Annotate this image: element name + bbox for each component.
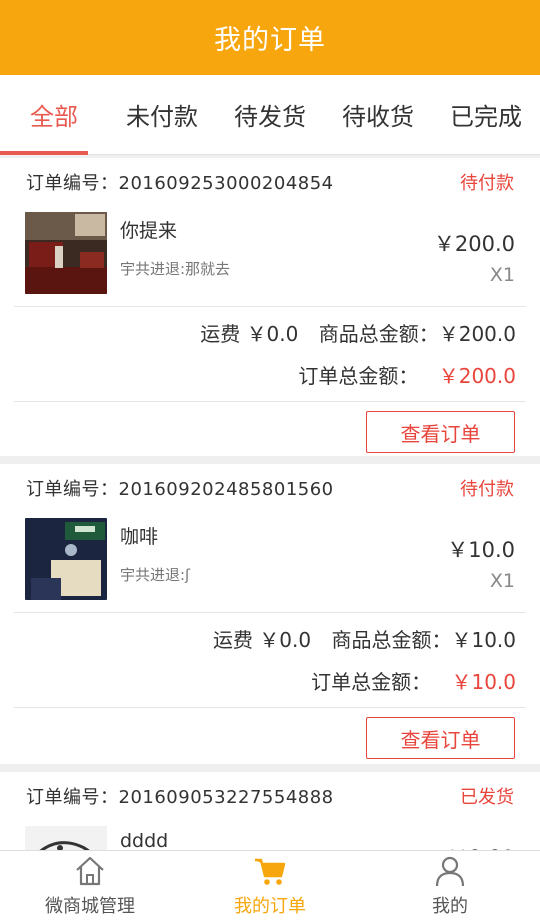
order-item[interactable]: dddd ￥0.01 xyxy=(0,820,540,850)
goods-total-label: 商品总金额： xyxy=(331,628,452,652)
order-card: 订单编号：201609253000204854 待付款 你提来 宇共进退:那就去… xyxy=(0,158,540,456)
tabbar-item-me[interactable]: 我的 xyxy=(360,851,540,922)
tabbar-item-shop-admin[interactable]: 微商城管理 xyxy=(0,851,180,922)
shipping-label: 运费 xyxy=(212,628,253,652)
product-quantity: X1 xyxy=(489,570,515,592)
order-number-label: 订单编号： xyxy=(26,173,119,194)
view-order-button[interactable]: 查看订单 xyxy=(366,411,515,453)
product-thumbnail xyxy=(25,826,107,850)
tabbar-label: 我的 xyxy=(432,896,468,917)
product-spec: 宇共进退:ʃ xyxy=(120,566,191,584)
tab-unpaid[interactable]: 未付款 xyxy=(108,75,216,154)
product-thumbnail xyxy=(25,212,107,294)
order-status: 待付款 xyxy=(460,173,514,194)
goods-total-value: ￥10.0 xyxy=(451,628,516,652)
total-line: 订单总金额： ￥10.0 xyxy=(0,665,516,707)
product-quantity: X1 xyxy=(489,264,515,286)
product-thumbnail xyxy=(25,518,107,600)
view-order-button[interactable]: 查看订单 xyxy=(366,717,515,759)
total-line: 订单总金额： ￥200.0 xyxy=(0,359,516,401)
product-name: dddd xyxy=(120,830,169,850)
order-header: 订单编号：201609202485801560 待付款 xyxy=(0,464,540,512)
order-number-value: 201609053227554888 xyxy=(118,787,334,808)
order-total-label: 订单总金额： xyxy=(298,364,419,388)
summary-line: 运费 ￥0.0 商品总金额：￥10.0 xyxy=(0,623,516,665)
shipping-value: ￥0.0 xyxy=(246,322,299,346)
goods-total-label: 商品总金额： xyxy=(318,322,439,346)
order-number-value: 201609253000204854 xyxy=(118,173,334,194)
order-summary: 运费 ￥0.0 商品总金额：￥10.0 订单总金额： ￥10.0 xyxy=(0,613,540,707)
order-status: 待付款 xyxy=(460,479,514,500)
order-number: 订单编号：201609253000204854 xyxy=(26,169,334,195)
tab-completed[interactable]: 已完成 xyxy=(432,75,540,154)
user-icon xyxy=(435,856,465,887)
product-price: ￥10.0 xyxy=(447,538,515,562)
order-number: 订单编号：201609053227554888 xyxy=(26,783,334,809)
order-header: 订单编号：201609253000204854 待付款 xyxy=(0,158,540,206)
product-price: ￥0.01 xyxy=(447,842,515,850)
shipping-value: ￥0.0 xyxy=(259,628,312,652)
order-total-value: ￥200.0 xyxy=(438,364,516,388)
order-header: 订单编号：201609053227554888 已发货 xyxy=(0,772,540,820)
tabbar-item-my-orders[interactable]: 我的订单 xyxy=(180,851,360,922)
product-name: 你提来 xyxy=(120,220,178,242)
page-title: 我的订单 xyxy=(214,25,326,56)
product-spec: 宇共进退:那就去 xyxy=(120,260,231,278)
order-filter-tabs: 全部 未付款 待发货 待收货 已完成 xyxy=(0,75,540,155)
order-list: 订单编号：201609253000204854 待付款 你提来 宇共进退:那就去… xyxy=(0,158,540,850)
order-card: 订单编号：201609053227554888 已发货 dddd ￥0.01 xyxy=(0,772,540,850)
order-item[interactable]: 咖啡 宇共进退:ʃ ￥10.0 X1 xyxy=(0,512,540,612)
tabbar-label: 我的订单 xyxy=(234,896,306,917)
order-number-label: 订单编号： xyxy=(26,479,119,500)
tab-to-receive[interactable]: 待收货 xyxy=(324,75,432,154)
product-price: ￥200.0 xyxy=(433,232,515,256)
order-number: 订单编号：201609202485801560 xyxy=(26,475,334,501)
tab-all[interactable]: 全部 xyxy=(0,75,108,155)
order-total-value: ￥10.0 xyxy=(451,670,516,694)
order-card: 订单编号：201609202485801560 待付款 咖啡 宇共进退:ʃ ￥1… xyxy=(0,464,540,764)
bottom-tab-bar: 微商城管理 我的订单 我的 xyxy=(0,850,540,922)
summary-line: 运费 ￥0.0 商品总金额：￥200.0 xyxy=(0,317,516,359)
order-total-label: 订单总金额： xyxy=(311,670,432,694)
home-icon xyxy=(76,856,104,886)
cart-icon xyxy=(255,858,286,885)
tabbar-label: 微商城管理 xyxy=(45,896,135,917)
order-number-value: 201609202485801560 xyxy=(118,479,334,500)
order-actions: 查看订单 xyxy=(0,708,540,768)
order-item[interactable]: 你提来 宇共进退:那就去 ￥200.0 X1 xyxy=(0,206,540,306)
order-status: 已发货 xyxy=(460,787,514,808)
order-summary: 运费 ￥0.0 商品总金额：￥200.0 订单总金额： ￥200.0 xyxy=(0,307,540,401)
order-number-label: 订单编号： xyxy=(26,787,119,808)
goods-total-value: ￥200.0 xyxy=(438,322,516,346)
shipping-label: 运费 xyxy=(200,322,241,346)
order-actions: 查看订单 xyxy=(0,402,540,462)
product-name: 咖啡 xyxy=(120,526,159,548)
tab-to-ship[interactable]: 待发货 xyxy=(216,75,324,154)
app-header: 我的订单 xyxy=(0,0,540,75)
